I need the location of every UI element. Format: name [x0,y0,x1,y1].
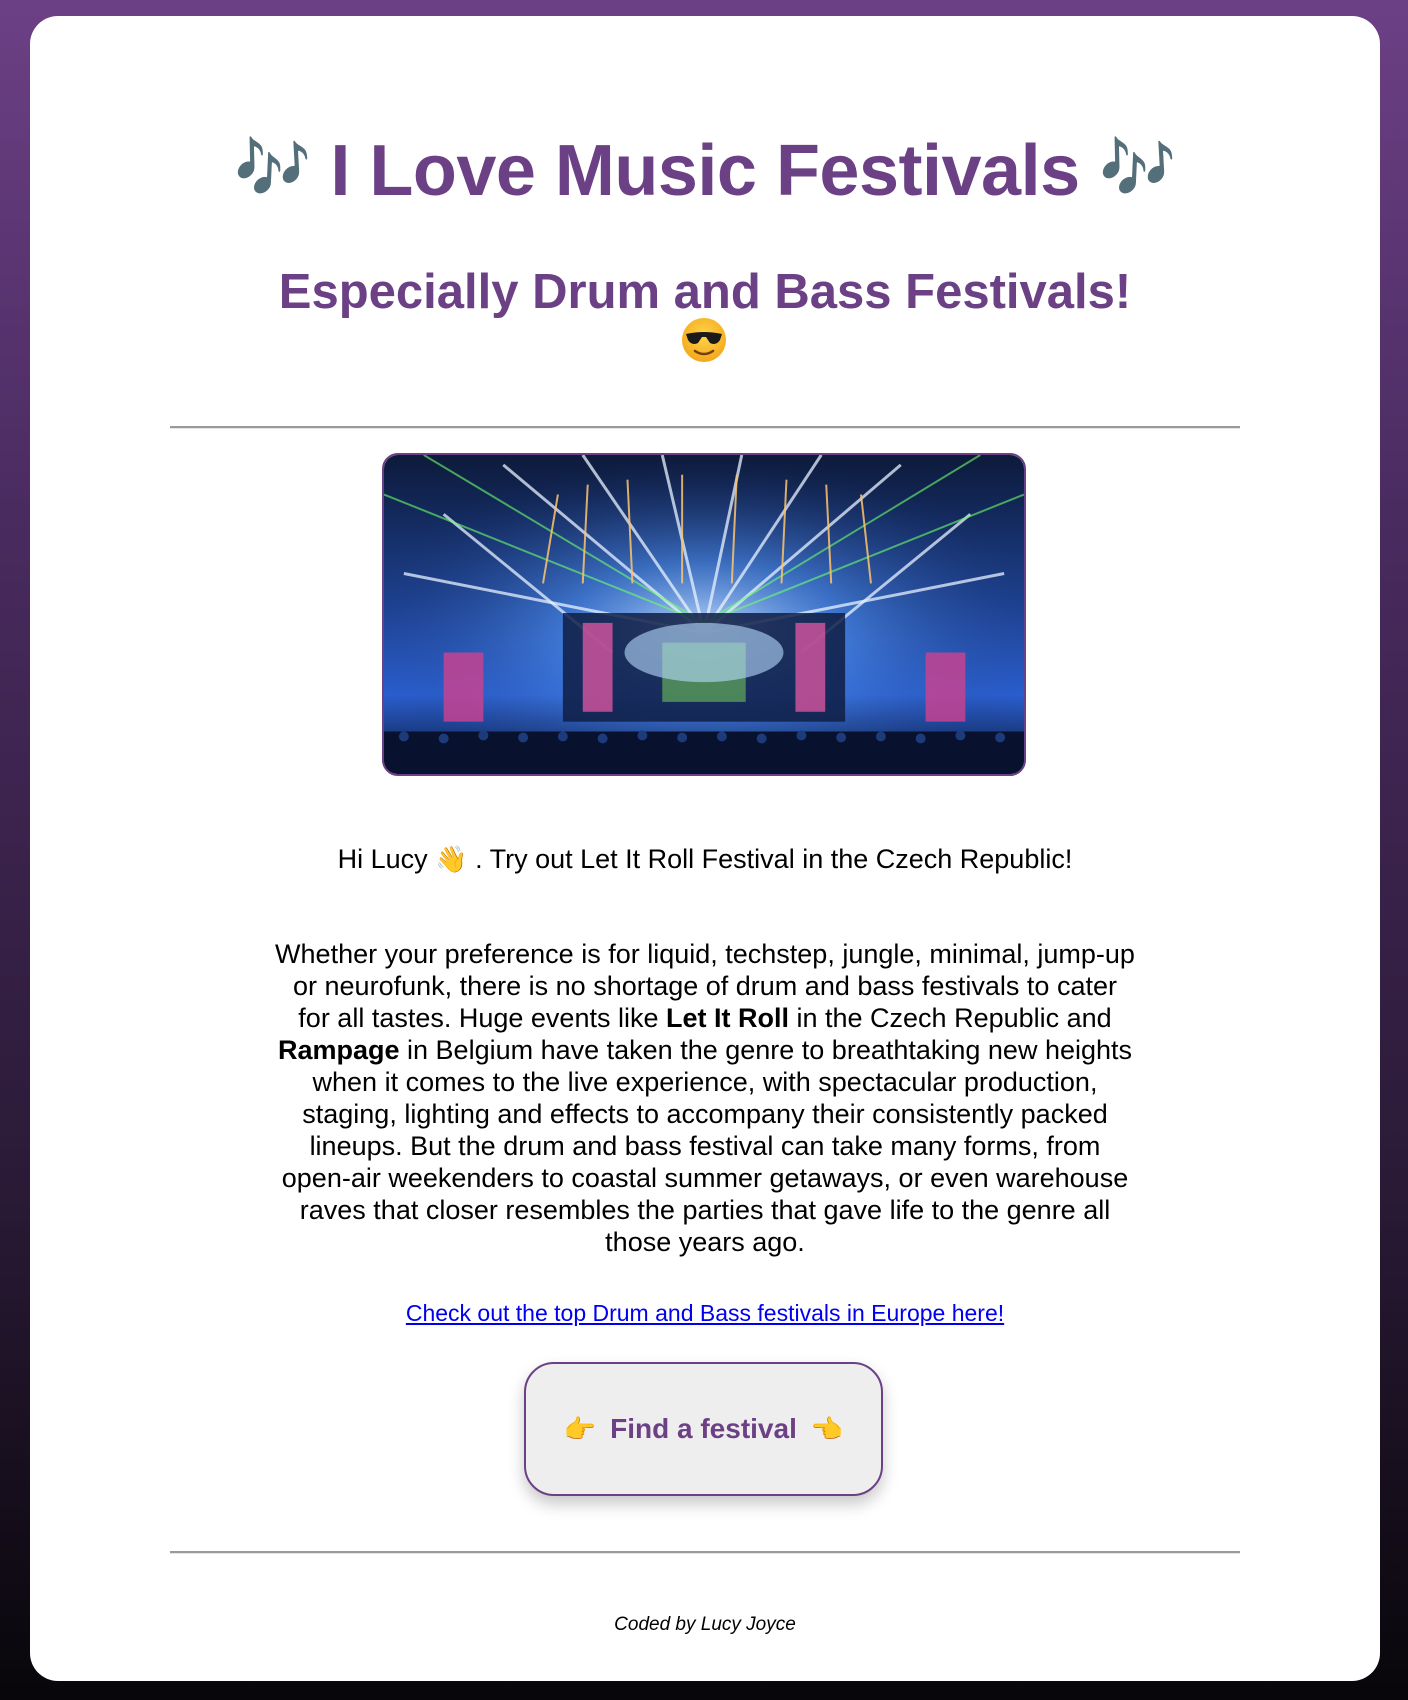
greeting-text: Hi Lucy 👋 . Try out Let It Roll Festival… [30,842,1380,876]
pointing-left-icon: 👈 [810,1413,844,1444]
divider [170,426,1240,429]
subtitle-prefix: Especially [278,265,533,319]
page-title: 🎶 I Love Music Festivals 🎶 [30,124,1380,216]
footer-credit: Coded by Lucy Joyce [614,1614,796,1635]
festival-name-let-it-roll: Let It Roll [665,1003,789,1033]
page-title-text: I Love Music Festivals [330,131,1080,211]
find-festival-button[interactable]: 👉 Find a festival 👈 [524,1362,883,1496]
find-festival-label: Find a festival [610,1413,797,1444]
festivals-link-container: Check out the top Drum and Bass festival… [30,1298,1380,1328]
main-card: 🎶 I Love Music Festivals 🎶 Especially Dr… [30,16,1380,1681]
waving-hand-icon: 👋 [435,844,468,874]
greeting-prefix: Hi Lucy [337,844,436,874]
festival-stage-image [382,453,1026,776]
divider [170,1551,1240,1554]
intro-paragraph: Whether your preference is for liquid, t… [275,938,1135,1258]
music-notes-icon: 🎶 [1099,134,1176,203]
subtitle-highlight: Drum and Bass [532,265,892,319]
paragraph-text: in the Czech Republic and [788,1003,1112,1033]
music-notes-icon: 🎶 [234,134,311,203]
greeting-suffix: . Try out Let It Roll Festival in the Cz… [467,844,1073,874]
sunglasses-face-icon [682,318,726,362]
pointing-right-icon: 👉 [563,1413,597,1444]
top-festivals-link[interactable]: Check out the top Drum and Bass festival… [406,1300,1004,1326]
paragraph-text: in Belgium have taken the genre to breat… [281,1035,1133,1257]
festival-name-rampage: Rampage [277,1035,400,1065]
subtitle-suffix: Festivals! [891,265,1132,319]
page-subtitle: Especially Drum and Bass Festivals! [30,264,1380,320]
